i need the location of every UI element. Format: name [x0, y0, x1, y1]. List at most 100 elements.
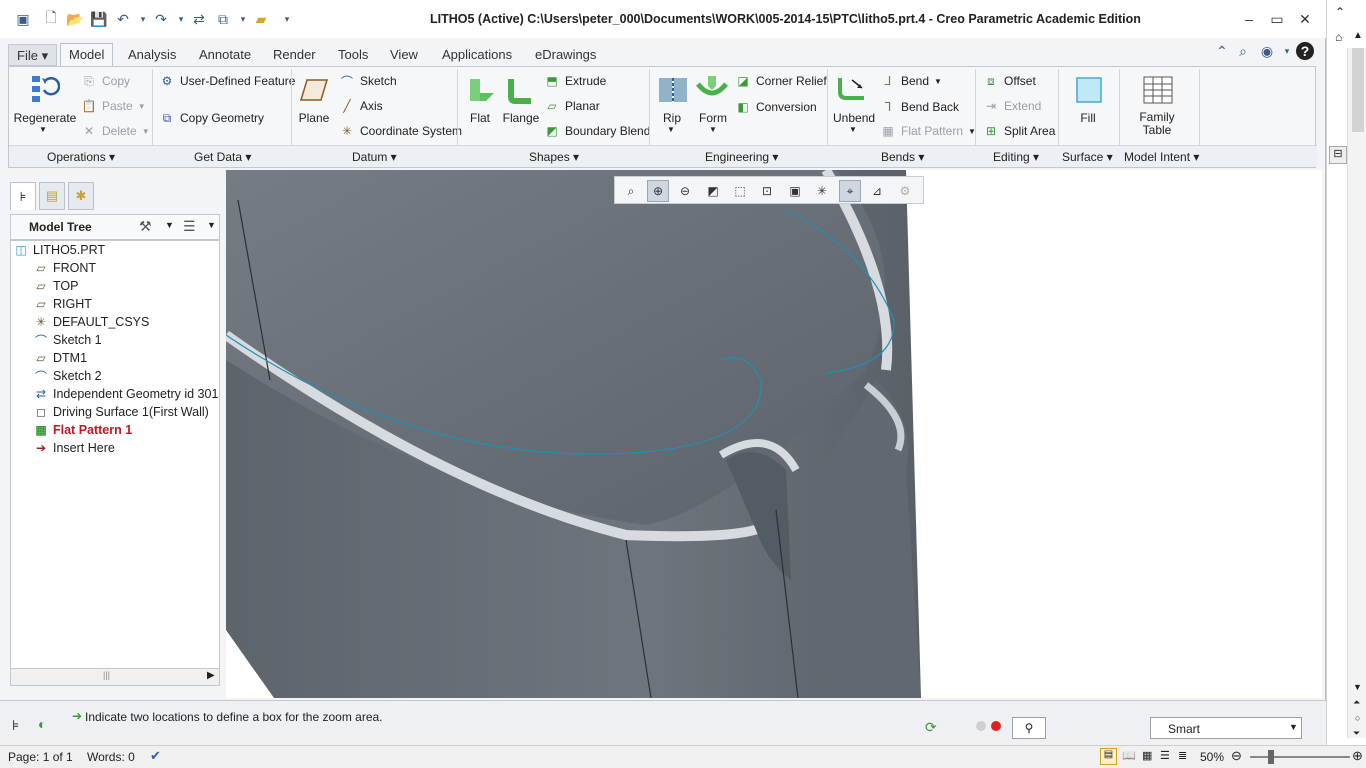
regenerate-icon[interactable]	[27, 71, 61, 105]
zoom-in-button[interactable]: ⊕	[1352, 748, 1363, 764]
scroll-up-icon[interactable]: ▲	[1353, 30, 1363, 41]
tab-applications[interactable]: Applications	[434, 44, 520, 66]
tab-tools[interactable]: Tools	[330, 44, 376, 66]
flat-pattern-button[interactable]: ▦ Flat Pattern ▼	[880, 123, 976, 139]
minimize-ribbon-icon[interactable]: ⌃	[1213, 42, 1231, 60]
windows-icon[interactable]: ⧉	[214, 10, 232, 28]
favorites-tab[interactable]: ✱	[68, 182, 94, 210]
maximize-button[interactable]: ▭	[1266, 8, 1288, 30]
plane-button[interactable]: Plane	[297, 111, 331, 125]
flange-icon[interactable]	[503, 73, 537, 107]
learning-dropdown-icon[interactable]: ▾	[1278, 42, 1296, 60]
tab-analysis[interactable]: Analysis	[120, 44, 184, 66]
redo-icon[interactable]: ↷	[152, 10, 170, 28]
spin-center-icon[interactable]: ⌖	[839, 180, 861, 202]
zoom-slider-thumb[interactable]	[1268, 750, 1274, 764]
full-screen-reading-icon[interactable]: 📖	[1122, 749, 1136, 762]
tree-node-driving-surface[interactable]: ◻ Driving Surface 1(First Wall)	[33, 403, 209, 421]
undo-icon[interactable]: ↶	[114, 10, 132, 28]
find-icon[interactable]: ⚲	[1012, 717, 1046, 739]
chevron-up-icon[interactable]: ⌃	[1335, 5, 1345, 19]
page-count[interactable]: Page: 1 of 1	[8, 750, 73, 764]
tab-render[interactable]: Render	[265, 44, 324, 66]
split-area-button[interactable]: ⊞ Split Area	[983, 123, 1055, 139]
page-down-icon[interactable]: ⏷	[1353, 728, 1360, 739]
family-table-icon[interactable]	[1141, 73, 1175, 107]
csys-button[interactable]: ✳ Coordinate System	[339, 123, 462, 139]
tree-node-front[interactable]: ▱ FRONT	[33, 259, 96, 277]
form-dropdown-icon[interactable]: ▼	[709, 125, 717, 134]
help-icon[interactable]: ?	[1296, 42, 1314, 60]
saved-orientations-icon[interactable]: ⊡	[756, 180, 778, 202]
gear-icon[interactable]: ⚙	[894, 180, 916, 202]
zoom-out-icon[interactable]: ⊖	[674, 180, 696, 202]
tab-view[interactable]: View	[382, 44, 426, 66]
bend-back-button[interactable]: ⅂ Bend Back	[880, 99, 959, 115]
outline-icon[interactable]: ☰	[1160, 749, 1170, 762]
tree-node-insert-here[interactable]: ➔ Insert Here	[33, 439, 115, 457]
windows-dropdown-icon[interactable]: ▾	[234, 10, 252, 28]
udf-button[interactable]: ⚙ User-Defined Feature	[159, 73, 296, 89]
annotation-display-icon[interactable]: ⊿	[866, 180, 888, 202]
tree-node-sketch-2[interactable]: ⌒ Sketch 2	[33, 367, 102, 385]
tab-file[interactable]: File ▾	[8, 44, 58, 66]
web-layout-icon[interactable]: ▦	[1142, 749, 1152, 762]
zoom-level[interactable]: 50%	[1200, 750, 1224, 764]
plane-icon[interactable]	[297, 73, 331, 107]
regenerate-button[interactable]: Regenerate	[13, 111, 77, 125]
folder-browser-tab[interactable]: ▤	[39, 182, 65, 210]
close-window-icon[interactable]: ▰	[252, 10, 270, 28]
tree-horizontal-scrollbar[interactable]: ||| ▶	[10, 668, 220, 686]
unbend-icon[interactable]	[835, 73, 869, 107]
corner-relief-button[interactable]: ◪ Corner Relief	[735, 73, 826, 89]
group-datum[interactable]: Datum ▾	[352, 150, 397, 164]
tree-node-independent-geometry[interactable]: ⇄ Independent Geometry id 301	[33, 385, 218, 403]
settings-dropdown-icon[interactable]: ▼	[165, 220, 174, 230]
regenerate-dropdown-icon[interactable]: ▼	[39, 125, 47, 134]
scroll-thumb[interactable]	[1352, 48, 1364, 132]
new-icon[interactable]: 🗋	[42, 9, 60, 28]
rip-dropdown-icon[interactable]: ▼	[667, 125, 675, 134]
tree-node-sketch-1[interactable]: ⌒ Sketch 1	[33, 331, 102, 349]
boundary-blend-button[interactable]: ◩ Boundary Blend	[544, 123, 650, 139]
customize-qa-icon[interactable]: ▾	[278, 10, 296, 28]
print-layout-icon[interactable]: ▤	[1100, 748, 1117, 765]
form-button[interactable]: Form	[695, 111, 731, 125]
search-icon[interactable]: ⌕	[1234, 42, 1252, 60]
display-style-icon[interactable]: ⬚	[729, 180, 751, 202]
proofing-icon[interactable]: ✔	[150, 748, 161, 764]
copy-button[interactable]: ⎘ Copy	[81, 73, 130, 89]
tab-annotate[interactable]: Annotate	[191, 44, 259, 66]
flat-button[interactable]: Flat	[464, 111, 496, 125]
group-get-data[interactable]: Get Data ▾	[194, 150, 251, 164]
show-icon[interactable]: ☰	[183, 218, 196, 235]
group-operations[interactable]: Operations ▾	[47, 150, 115, 164]
save-icon[interactable]: 💾	[90, 10, 108, 28]
unbend-dropdown-icon[interactable]: ▼	[849, 125, 857, 134]
extend-button[interactable]: ⇥ Extend	[983, 98, 1041, 114]
rip-button[interactable]: Rip	[657, 111, 687, 125]
draft-icon[interactable]: ≣	[1178, 749, 1187, 762]
family-table-button[interactable]: Family Table	[1137, 111, 1177, 137]
learning-connector-icon[interactable]: ◉	[1258, 42, 1276, 60]
conversion-button[interactable]: ◧ Conversion	[735, 99, 816, 115]
rip-icon[interactable]	[656, 73, 690, 107]
refit-icon[interactable]: ⌕	[620, 180, 642, 202]
tab-edrawings[interactable]: eDrawings	[527, 44, 604, 66]
regenerate-status-icon[interactable]: ⟳	[925, 719, 937, 736]
group-surface[interactable]: Surface ▾	[1062, 150, 1113, 164]
scroll-right-icon[interactable]: ▶	[207, 670, 215, 681]
undo-dropdown-icon[interactable]: ▾	[134, 10, 152, 28]
delete-button[interactable]: ✕ Delete ▼	[81, 123, 150, 139]
word-count[interactable]: Words: 0	[87, 750, 135, 764]
home-icon[interactable]: ⌂	[1335, 30, 1342, 44]
axis-button[interactable]: ╱ Axis	[339, 98, 382, 114]
selection-filter[interactable]: Smart ▼	[1150, 717, 1302, 739]
flat-icon[interactable]	[464, 73, 498, 107]
settings-icon[interactable]: ⚒	[139, 218, 152, 235]
group-engineering[interactable]: Engineering ▾	[705, 150, 778, 164]
tree-node-top[interactable]: ▱ TOP	[33, 277, 78, 295]
show-dropdown-icon[interactable]: ▼	[207, 220, 216, 230]
copy-geometry-button[interactable]: ⧉ Copy Geometry	[159, 110, 264, 126]
group-bends[interactable]: Bends ▾	[881, 150, 924, 164]
